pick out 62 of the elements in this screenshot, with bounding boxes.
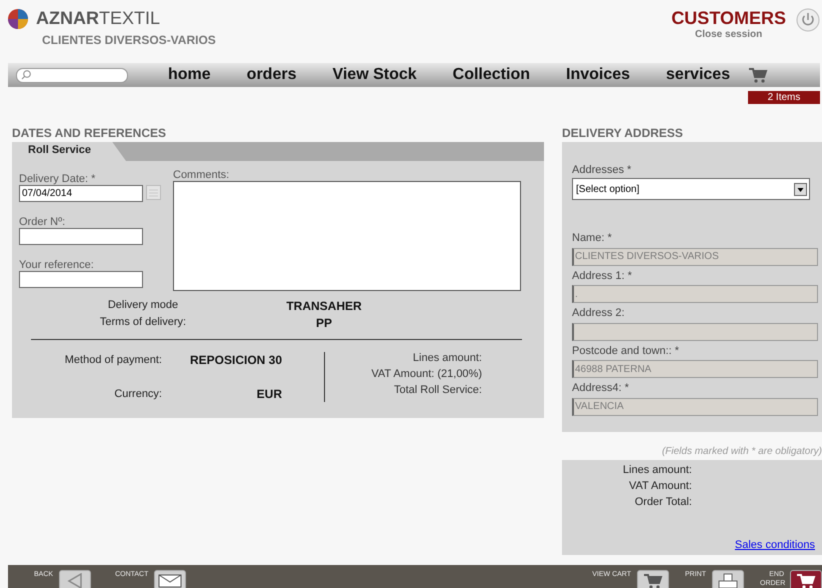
cart-button[interactable] (637, 570, 669, 588)
page-title: CUSTOMERS (671, 8, 786, 29)
search-field[interactable] (16, 68, 128, 82)
tab[interactable]: Roll Service (12, 142, 126, 161)
input-field[interactable] (572, 322, 818, 340)
power-icon[interactable] (796, 8, 820, 32)
field-label: Address 2: (572, 307, 625, 319)
field-label: Addresses * (572, 164, 632, 176)
field-label: Currency: (113, 388, 162, 400)
field-label: Method of payment: (64, 354, 162, 366)
input-field[interactable]: 07/04/2014 (19, 185, 143, 202)
back-button[interactable] (59, 570, 92, 588)
dropdown-icon (794, 182, 807, 196)
field-value: PP (314, 316, 333, 330)
cart-icon (796, 573, 816, 588)
print-button[interactable] (712, 570, 744, 588)
section-heading: DATES AND REFERENCES (12, 126, 168, 140)
field-value: TRANSAHER (285, 299, 363, 313)
field-label: Name: * (572, 232, 612, 244)
customer-name: CLIENTES DIVERSOS-VARIOS (42, 33, 216, 47)
nav-link[interactable]: Invoices (566, 66, 630, 84)
logo-icon (8, 8, 28, 28)
nav-link[interactable]: home (168, 66, 211, 84)
search-icon (21, 70, 31, 80)
back-icon (67, 573, 84, 588)
end-button[interactable] (790, 570, 822, 588)
field-label: Postcode and town:: * (572, 344, 680, 356)
field-label: Order Nº: (19, 216, 66, 228)
mail-icon (158, 574, 182, 588)
nav-link[interactable]: orders (246, 66, 296, 84)
nav-link[interactable]: services (666, 66, 730, 84)
field-label: Comments: (173, 169, 230, 181)
total-label: Lines amount: (622, 464, 692, 476)
total-label: Lines amount: (412, 352, 482, 364)
cart-count[interactable]: 2 Items (748, 91, 820, 104)
brand-name: AZNARTEXTIL (36, 8, 160, 29)
field-value: EUR (256, 387, 282, 401)
field-label: Address 1: * (572, 270, 632, 282)
field-label: Address4: * (572, 382, 629, 394)
nav-link[interactable]: Collection (452, 66, 530, 84)
close-session-link[interactable]: Close session (671, 29, 786, 40)
field-label: Terms of delivery: (98, 316, 188, 330)
mail-button[interactable] (154, 570, 186, 588)
input-field[interactable] (19, 271, 143, 288)
cart-icon (748, 67, 768, 83)
address-select[interactable]: [Select option] (572, 178, 810, 200)
field-value: REPOSICION 30 (188, 353, 282, 367)
sales-conditions-link[interactable]: Sales conditions (734, 539, 815, 551)
printer-icon (718, 573, 738, 588)
field-label: Delivery mode (106, 299, 180, 313)
field-label: Delivery Date: * (19, 173, 96, 185)
field-label: Your reference: (19, 259, 95, 271)
cart-icon (643, 573, 663, 588)
total-label: VAT Amount: (628, 480, 692, 492)
input-field[interactable] (19, 228, 143, 245)
total-label: Total Roll Service: (394, 384, 482, 396)
total-label: VAT Amount: (21,00%) (371, 368, 482, 380)
comments-field[interactable] (173, 181, 521, 291)
section-heading: DELIVERY ADDRESS (562, 126, 684, 140)
obligatory-note: (Fields marked with * are obligatory) (660, 446, 822, 457)
nav-link[interactable]: View Stock (332, 66, 417, 84)
total-label: Order Total: (634, 496, 692, 508)
